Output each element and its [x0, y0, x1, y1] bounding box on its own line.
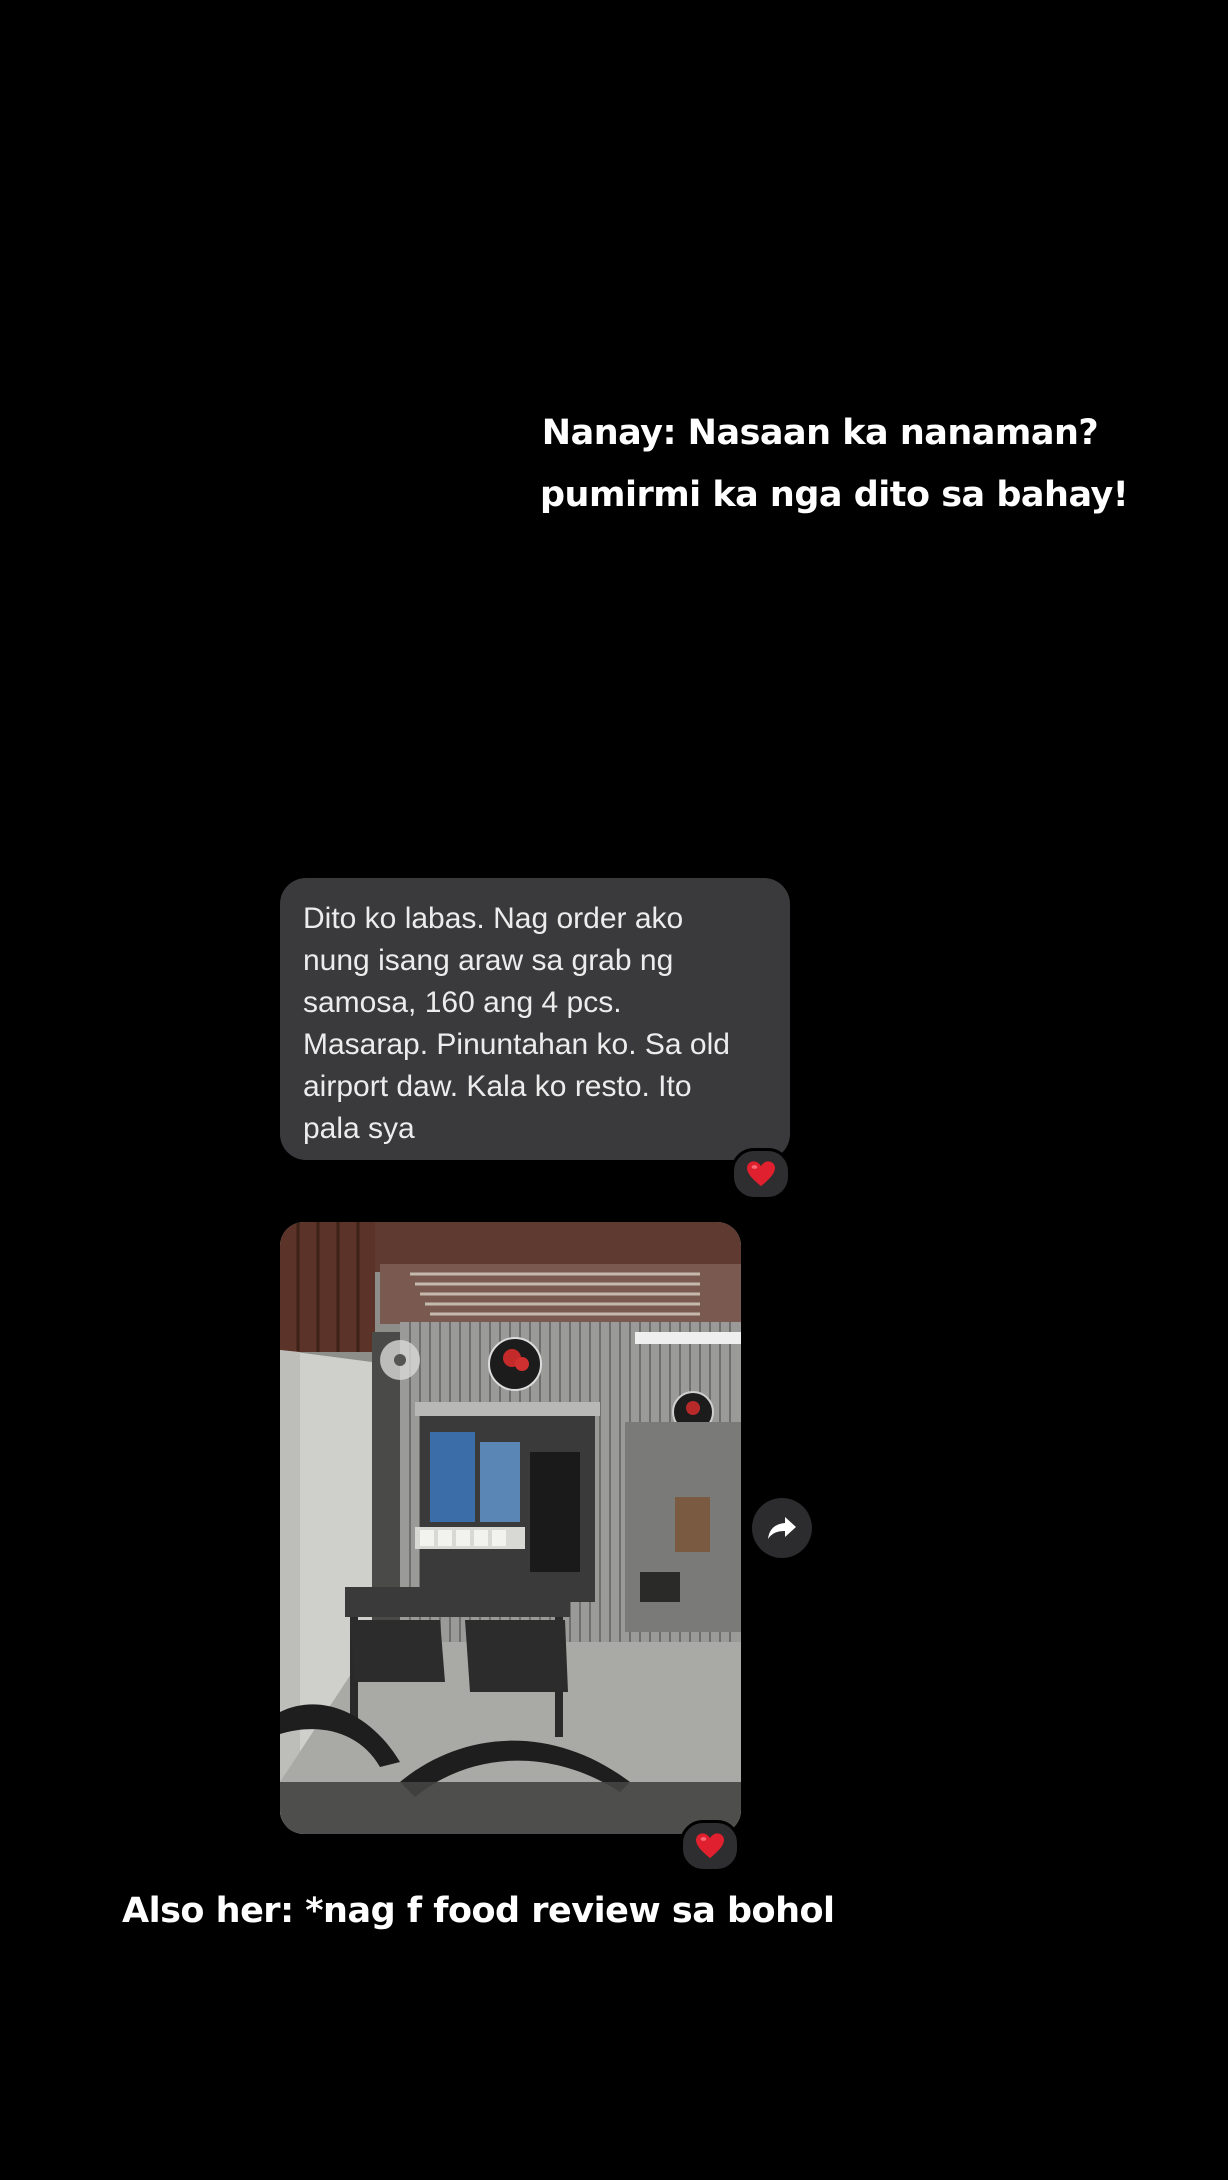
top-caption-line-1: Nanay: Nasaan ka nanaman?: [541, 413, 1099, 453]
top-caption: Nanay: Nasaan ka nanaman? pumirmi ka nga…: [540, 402, 1129, 526]
message-line: Masarap. Pinuntahan ko. Sa old: [303, 1028, 730, 1061]
heart-icon: [747, 1161, 775, 1187]
message-line: airport daw. Kala ko resto. Ito: [303, 1070, 692, 1103]
shared-photo[interactable]: [280, 1222, 741, 1834]
restaurant-interior-image: [280, 1222, 741, 1834]
message-line: Dito ko labas. Nag order ako: [303, 902, 684, 935]
forward-arrow-icon: [768, 1517, 796, 1539]
top-caption-line-2: pumirmi ka nga dito sa bahay!: [540, 475, 1129, 515]
message-line: samosa, 160 ang 4 pcs.: [303, 986, 622, 1019]
message-line: pala sya: [303, 1112, 415, 1145]
forward-button[interactable]: [752, 1498, 812, 1558]
heart-icon: [696, 1833, 724, 1859]
photo-reaction-badge[interactable]: [680, 1820, 740, 1872]
message-reaction-badge[interactable]: [731, 1148, 791, 1200]
bottom-caption: Also her: *nag f food review sa bohol: [122, 1891, 835, 1931]
message-line: nung isang araw sa grab ng: [303, 944, 674, 977]
message-bubble[interactable]: Dito ko labas. Nag order ako nung isang …: [280, 878, 790, 1160]
